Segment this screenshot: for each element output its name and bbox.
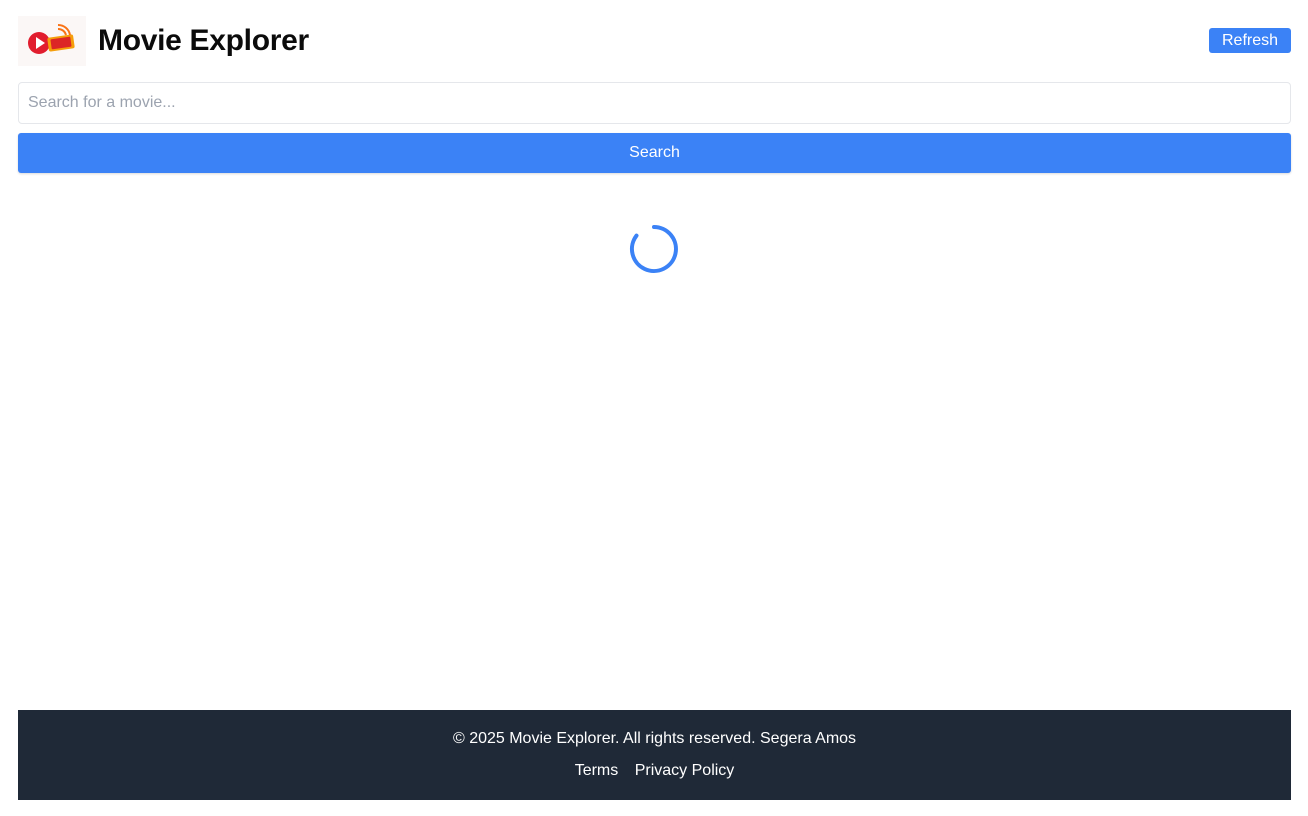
movie-live-logo-icon	[18, 16, 86, 66]
app-header: Movie Explorer Refresh	[18, 16, 1291, 66]
loading-spinner-icon	[629, 224, 679, 274]
site-footer: © 2025 Movie Explorer. All rights reserv…	[18, 710, 1291, 800]
app-title: Movie Explorer	[98, 24, 309, 57]
refresh-button[interactable]: Refresh	[1209, 28, 1291, 53]
footer-links: Terms Privacy Policy	[18, 761, 1291, 781]
page: Movie Explorer Refresh Search © 2025 Mov…	[0, 0, 1308, 816]
copyright-text: © 2025 Movie Explorer. All rights reserv…	[452, 730, 857, 747]
search-button[interactable]: Search	[18, 133, 1291, 173]
terms-link[interactable]: Terms	[575, 762, 619, 779]
privacy-policy-link[interactable]: Privacy Policy	[635, 762, 735, 779]
search-input[interactable]	[18, 82, 1291, 124]
